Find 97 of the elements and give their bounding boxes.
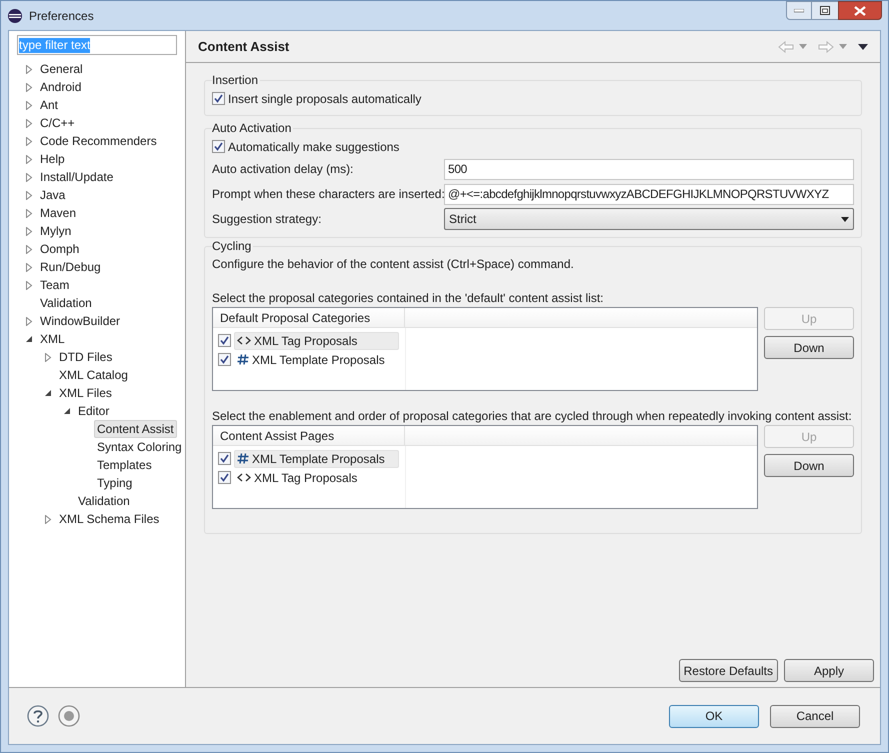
cancel-button[interactable]: Cancel (770, 704, 860, 728)
collapsed-triangle-icon[interactable] (25, 190, 33, 200)
tree-item[interactable]: Validation (37, 294, 95, 312)
group-title: Insertion (212, 73, 260, 87)
group-title: Auto Activation (212, 121, 294, 135)
minimize-icon (794, 8, 804, 12)
record-icon[interactable] (58, 705, 80, 727)
tree-item[interactable]: Code Recommenders (37, 132, 160, 150)
move-button[interactable]: Down (764, 454, 854, 477)
tree-item[interactable]: Java (37, 186, 68, 204)
dropdown-icon[interactable] (839, 44, 847, 49)
collapsed-triangle-icon[interactable] (25, 64, 33, 74)
expanded-triangle-icon[interactable] (63, 406, 71, 416)
tree-item[interactable]: XML Schema Files (56, 510, 162, 528)
field-label: Suggestion strategy: (212, 211, 322, 228)
column-header: Default Proposal Categories (213, 308, 405, 327)
tree-item[interactable]: Validation (75, 492, 133, 510)
back-arrow-icon[interactable] (778, 40, 794, 52)
menu-icon[interactable] (858, 44, 868, 50)
tree-item[interactable]: XML (37, 330, 68, 348)
list-item[interactable]: XML Template Proposals (234, 450, 399, 468)
collapsed-triangle-icon[interactable] (25, 244, 33, 254)
tree-item[interactable]: Ant (37, 96, 62, 114)
collapsed-triangle-icon[interactable] (25, 226, 33, 236)
collapsed-triangle-icon[interactable] (25, 118, 33, 128)
expanded-triangle-icon[interactable] (44, 388, 52, 398)
tree-item[interactable]: Syntax Coloring (94, 438, 185, 456)
collapsed-triangle-icon[interactable] (44, 514, 52, 524)
collapsed-triangle-icon[interactable] (25, 172, 33, 182)
tree-item[interactable]: XML Catalog (56, 366, 131, 384)
tree-item[interactable]: Run/Debug (37, 258, 104, 276)
move-button[interactable]: Down (764, 336, 854, 359)
collapsed-triangle-icon[interactable] (25, 208, 33, 218)
caret-icon (841, 216, 849, 222)
expanded-triangle-icon[interactable] (25, 334, 33, 344)
list-item[interactable]: XML Tag Proposals (234, 332, 399, 350)
hash-icon (237, 354, 249, 365)
tree-item[interactable]: Install/Update (37, 168, 116, 186)
angle-brackets-icon (237, 473, 251, 482)
restore-defaults-button[interactable]: Restore Defaults (678, 659, 778, 682)
list-item[interactable]: XML Tag Proposals (234, 468, 399, 486)
tree-item[interactable]: Mylyn (37, 222, 74, 240)
input-field[interactable]: @+<=:abcdefghijklmnopqrstuvwxyzABCDEFGHIJKLMNOPQRSTUVWXYZ (444, 184, 854, 204)
caption-text: Select the enablement and order of proposal categories that are cycled through when repeatedly invoking content assist: (212, 408, 853, 424)
checked-checkbox[interactable] (218, 471, 231, 484)
tree-item[interactable]: Team (37, 276, 72, 294)
tree-item[interactable]: General (37, 60, 86, 78)
collapsed-triangle-icon[interactable] (25, 82, 33, 92)
tree-item[interactable]: DTD Files (56, 348, 116, 366)
field-label: Auto activation delay (ms): (212, 161, 354, 178)
dropdown-icon[interactable] (799, 44, 807, 49)
checked-checkbox[interactable] (212, 140, 225, 153)
maximize-icon (820, 6, 830, 15)
app-icon (7, 8, 23, 24)
help-icon[interactable] (27, 705, 49, 727)
tree-item[interactable]: WindowBuilder (37, 312, 124, 330)
ok-button[interactable]: OK (669, 704, 759, 728)
collapsed-triangle-icon[interactable] (25, 262, 33, 272)
page-title: Content Assist (198, 38, 290, 56)
list-item[interactable]: XML Template Proposals (234, 350, 399, 368)
checked-checkbox[interactable] (218, 334, 231, 347)
close-button[interactable] (838, 1, 882, 20)
caption-text: Select the proposal categories contained in the 'default' content assist list: (212, 290, 604, 306)
collapsed-triangle-icon[interactable] (25, 154, 33, 164)
tree-item[interactable]: Android (37, 78, 84, 96)
tree-item[interactable]: Editor (75, 402, 112, 420)
collapsed-triangle-icon[interactable] (25, 100, 33, 110)
forward-arrow-icon[interactable] (818, 40, 834, 52)
group-title: Cycling (212, 239, 254, 253)
collapsed-triangle-icon[interactable] (25, 280, 33, 290)
close-icon (854, 6, 866, 16)
hash-icon (237, 453, 249, 464)
checked-checkbox[interactable] (218, 353, 231, 366)
window-title: Preferences (29, 8, 94, 24)
tree-item[interactable]: Oomph (37, 240, 82, 258)
checked-checkbox[interactable] (212, 92, 225, 105)
tree-item[interactable]: Content Assist (94, 420, 177, 438)
input-field[interactable]: 500 (444, 158, 854, 180)
tree-item[interactable]: XML Files (56, 384, 115, 402)
apply-button[interactable]: Apply (784, 659, 874, 682)
dropdown[interactable]: Strict (444, 208, 854, 230)
collapsed-triangle-icon[interactable] (25, 316, 33, 326)
description-text: Configure the behavior of the content assist (Ctrl+Space) command. (212, 256, 575, 272)
tree-item[interactable]: Templates (94, 456, 155, 474)
field-label: Prompt when these characters are inserted: (212, 186, 444, 203)
tree-item[interactable]: C/C++ (37, 114, 78, 132)
checked-checkbox[interactable] (218, 452, 231, 465)
maximize-button[interactable] (812, 1, 838, 20)
tree-item[interactable]: Typing (94, 474, 136, 492)
tree-item[interactable]: Help (37, 150, 68, 168)
collapsed-triangle-icon[interactable] (25, 136, 33, 146)
tree-item[interactable]: Maven (37, 204, 80, 222)
angle-brackets-icon (237, 336, 251, 345)
checkbox-label: Insert single proposals automatically (228, 90, 422, 108)
collapsed-triangle-icon[interactable] (44, 352, 52, 362)
checkbox-label: Automatically make suggestions (228, 138, 400, 156)
column-header: Content Assist Pages (213, 426, 405, 445)
